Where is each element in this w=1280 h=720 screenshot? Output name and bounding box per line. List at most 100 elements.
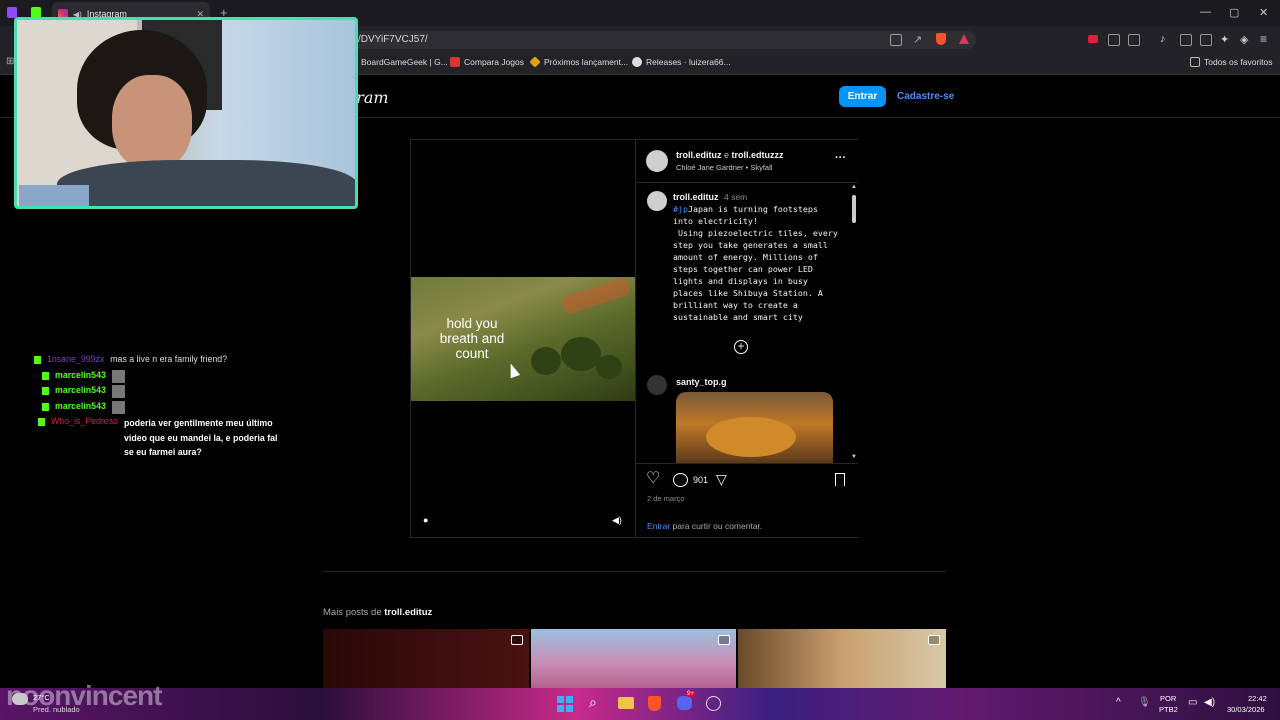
reel-icon <box>718 635 730 645</box>
hashtag-link[interactable]: #jp <box>673 204 688 214</box>
load-more-comments-icon[interactable]: + <box>734 340 748 354</box>
brave-rewards-icon[interactable] <box>959 34 969 44</box>
obs-icon[interactable] <box>706 696 721 711</box>
close-window-button[interactable]: ✕ <box>1259 6 1268 19</box>
comment-image[interactable] <box>676 392 833 463</box>
discord-badge: 9+ <box>686 691 695 697</box>
bookmark-github-releases[interactable]: Releases · luizera66... <box>632 57 731 67</box>
microphone-icon[interactable]: 🎙 <box>1138 697 1151 708</box>
vpn-icon[interactable]: ◈ <box>1240 33 1248 46</box>
audio-label[interactable]: Chloé Jane Gardner • Skyfall <box>676 163 772 172</box>
weather-temp[interactable]: 27°C <box>33 693 50 702</box>
comment-icon[interactable] <box>673 473 688 487</box>
chat-message: marcelin543 <box>42 385 125 398</box>
clock-date[interactable]: 30/03/2026 <box>1227 705 1265 714</box>
diamond-icon <box>529 56 541 68</box>
compara-jogos-icon <box>450 57 460 67</box>
language-bottom[interactable]: PTB2 <box>1159 705 1178 714</box>
address-bar[interactable]: /DVYiF7VCJ57/ <box>340 31 976 49</box>
maximize-button[interactable]: ▢ <box>1229 6 1239 19</box>
tray-chevron-icon[interactable]: ^ <box>1116 697 1121 708</box>
chat-text: poderia ver gentilmente meu último video… <box>124 418 278 457</box>
signup-link[interactable]: Cadastre-se <box>897 91 954 102</box>
comments-scrollbar[interactable] <box>850 183 858 463</box>
tree-shape <box>596 355 622 379</box>
commenter-avatar[interactable] <box>647 375 667 395</box>
brave-shield-icon[interactable] <box>936 33 946 45</box>
weather-cloud-icon[interactable] <box>12 693 28 705</box>
scroll-up-icon[interactable]: ▲ <box>851 184 857 190</box>
post-caption: #jpJapan is turning footsteps into elect… <box>673 203 841 323</box>
chat-message: marcelin543 <box>42 370 125 383</box>
bookmark-label: Releases · luizera66... <box>646 57 731 67</box>
github-icon <box>632 57 642 67</box>
caption-author[interactable]: troll.edituz <box>673 192 719 202</box>
network-icon[interactable]: ▭ <box>1188 697 1197 708</box>
menu-icon[interactable]: ≡ <box>1260 32 1267 46</box>
chat-username: marcelin543 <box>55 401 106 411</box>
collaborator-link[interactable]: troll.edtuzzz <box>732 150 784 160</box>
share-post-icon[interactable]: ▽ <box>716 471 727 487</box>
sidebar-icon[interactable] <box>1180 34 1192 46</box>
mute-toggle-icon[interactable]: ◀) <box>612 515 622 526</box>
bookmark-label: Compara Jogos <box>464 57 525 67</box>
more-post-thumb[interactable] <box>738 629 946 688</box>
weather-desc[interactable]: Pred. nublado <box>33 705 80 714</box>
chat-message: marcelin543 <box>42 401 125 414</box>
chat-message: 1nsane_999zx mas a live n era family fri… <box>34 354 227 364</box>
share-icon[interactable]: ↗ <box>913 33 922 46</box>
bookmark-boardgamegeek[interactable]: BoardGameGeek | G... <box>347 57 448 67</box>
author-avatar[interactable] <box>646 150 668 172</box>
discord-icon[interactable]: 9+ <box>677 691 695 710</box>
bookmark-proximos-lancamentos[interactable]: Próximos lançament... <box>529 56 628 68</box>
comment-author[interactable]: santy_top.g <box>676 377 727 387</box>
folder-icon <box>1190 57 1200 67</box>
chat-username: Who_is_Pedroso <box>51 416 118 426</box>
more-post-thumb[interactable] <box>531 629 736 688</box>
login-prompt: Entrar para curtir ou comentar. <box>647 521 762 531</box>
language-top[interactable]: POR <box>1160 694 1176 703</box>
login-button[interactable]: Entrar <box>839 86 886 107</box>
minimize-button[interactable]: — <box>1200 6 1211 18</box>
reel-icon <box>511 635 523 645</box>
brave-browser-icon[interactable] <box>648 696 661 711</box>
emote-icon <box>111 385 125 398</box>
music-icon[interactable]: ♪ <box>1160 33 1166 45</box>
chat-username: 1nsane_999zx <box>47 354 105 364</box>
post-date: 2 de março <box>647 494 685 503</box>
other-favorites[interactable]: Todos os favoritos <box>1190 57 1273 67</box>
chat-text: mas a live n era family friend? <box>110 354 228 364</box>
windows-start-icon[interactable] <box>557 696 573 712</box>
clock-time[interactable]: 22:42 <box>1248 694 1267 703</box>
wallet-icon[interactable] <box>1200 34 1212 46</box>
author-link[interactable]: troll.edituz <box>676 150 722 160</box>
extension-red-icon[interactable] <box>1088 35 1098 43</box>
scroll-down-icon[interactable]: ▼ <box>851 454 857 460</box>
more-options-icon[interactable]: ··· <box>835 152 846 164</box>
leo-ai-icon[interactable]: ✦ <box>1220 33 1229 46</box>
tagged-user-icon[interactable]: ● <box>423 515 428 525</box>
file-explorer-icon[interactable] <box>618 697 634 709</box>
tree-shape <box>561 337 601 371</box>
post-authors: troll.edituz e troll.edtuzzz <box>676 150 784 160</box>
caption-author-avatar[interactable] <box>647 191 667 211</box>
search-icon[interactable]: ⌕ <box>589 694 597 711</box>
chat-username: marcelin543 <box>55 385 106 395</box>
bookmark-compara-jogos[interactable]: Compara Jogos <box>450 57 524 67</box>
screenshot-icon[interactable] <box>1128 34 1140 46</box>
actions-divider <box>636 463 858 464</box>
volume-icon[interactable]: ◀) <box>1204 697 1215 708</box>
login-prompt-link[interactable]: Entrar <box>647 521 670 531</box>
kick-icon <box>34 356 41 364</box>
like-icon[interactable]: ♡ <box>646 471 660 487</box>
more-post-thumb[interactable] <box>323 629 529 688</box>
more-posts-user[interactable]: troll.edituz <box>384 607 432 618</box>
scroll-thumb[interactable] <box>852 195 856 223</box>
tree-shape <box>531 347 561 375</box>
caption-header: troll.edituz 4 sem <box>673 192 747 202</box>
bed-shape <box>19 185 89 206</box>
emote-icon <box>111 370 125 383</box>
screen-icon[interactable] <box>890 34 902 46</box>
save-bookmark-icon[interactable] <box>835 473 845 486</box>
extensions-icon[interactable] <box>1108 34 1120 46</box>
